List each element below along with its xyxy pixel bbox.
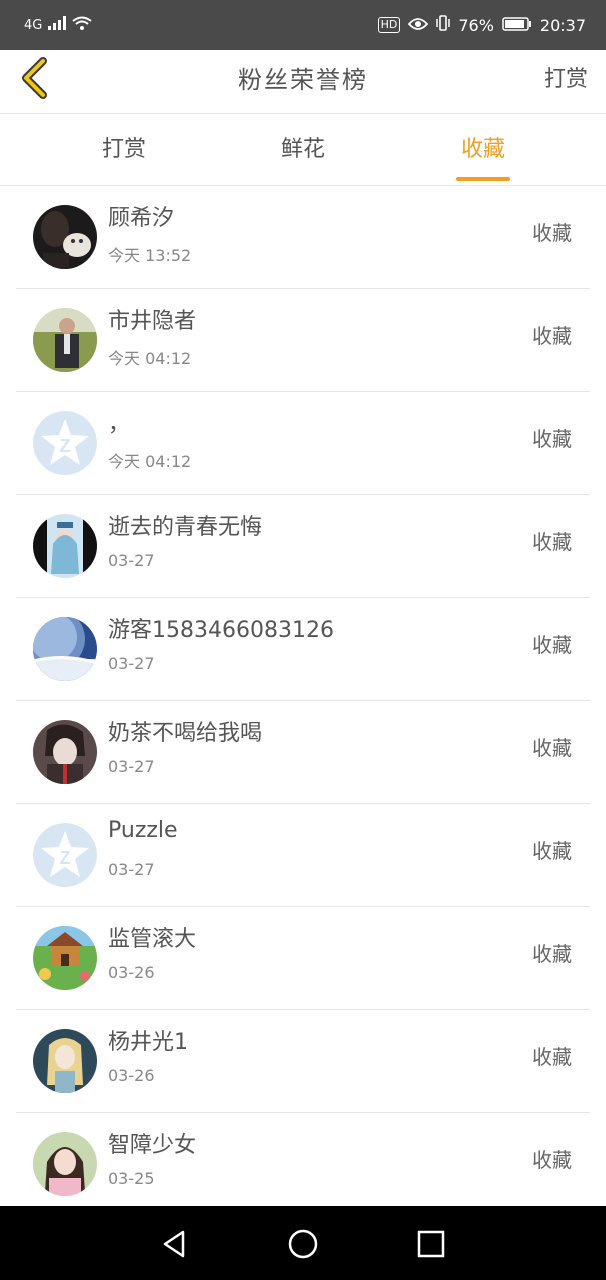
tab-flower-label: 鲜花 bbox=[280, 137, 325, 162]
fan-list: 顾希汐 今天 13:52 收藏 市井隐者 今天 04:12 收藏 Z ， 今天 … bbox=[0, 186, 606, 1216]
tab-tip-label: 打赏 bbox=[101, 137, 146, 162]
svg-text:Z: Z bbox=[60, 436, 71, 456]
favorite-label: 收藏 bbox=[532, 221, 572, 245]
status-left: 4G bbox=[24, 16, 92, 35]
fan-name: 游客1583466083126 bbox=[108, 618, 334, 643]
avatar[interactable]: Z bbox=[33, 823, 97, 887]
eye-icon bbox=[408, 16, 429, 35]
tab-favorite-label: 收藏 bbox=[460, 137, 505, 162]
fan-time: 03-27 bbox=[108, 551, 155, 570]
avatar[interactable] bbox=[33, 514, 97, 578]
wifi-icon bbox=[72, 16, 92, 35]
avatar[interactable]: Z bbox=[33, 411, 97, 475]
fan-time: 03-25 bbox=[108, 1169, 155, 1188]
list-item[interactable]: Z ， 今天 04:12 收藏 bbox=[16, 392, 590, 495]
tab-tip[interactable]: 打赏 bbox=[64, 114, 184, 186]
system-nav-bar bbox=[0, 1206, 606, 1280]
list-item[interactable]: 监管滚大 03-26 收藏 bbox=[16, 907, 590, 1010]
fan-name: 智障少女 bbox=[108, 1133, 197, 1158]
fan-time: 03-27 bbox=[108, 757, 155, 776]
avatar[interactable] bbox=[33, 926, 97, 990]
list-item[interactable]: 杨井光1 03-26 收藏 bbox=[16, 1010, 590, 1113]
list-item[interactable]: 游客1583466083126 03-27 收藏 bbox=[16, 598, 590, 701]
favorite-label: 收藏 bbox=[532, 1148, 572, 1172]
favorite-label: 收藏 bbox=[532, 530, 572, 554]
list-item[interactable]: 逝去的青春无悔 03-27 收藏 bbox=[16, 495, 590, 598]
list-item[interactable]: 智障少女 03-25 收藏 bbox=[16, 1113, 590, 1216]
fan-name: 逝去的青春无悔 bbox=[108, 515, 263, 540]
list-item[interactable]: Z Puzzle 03-27 收藏 bbox=[16, 804, 590, 907]
avatar[interactable] bbox=[33, 720, 97, 784]
svg-text:Z: Z bbox=[60, 848, 71, 868]
triangle-back-icon[interactable] bbox=[155, 1224, 195, 1264]
fan-name: 杨井光1 bbox=[108, 1030, 188, 1055]
fan-time: 03-27 bbox=[108, 860, 155, 879]
favorite-label: 收藏 bbox=[532, 942, 572, 966]
fan-name: Puzzle bbox=[108, 818, 178, 843]
tab-bar: 打赏 鲜花 收藏 bbox=[0, 114, 606, 186]
vibrate-icon bbox=[436, 15, 451, 35]
tab-favorite[interactable]: 收藏 bbox=[423, 114, 543, 186]
avatar[interactable] bbox=[33, 308, 97, 372]
favorite-label: 收藏 bbox=[532, 839, 572, 863]
avatar[interactable] bbox=[33, 205, 97, 269]
active-tab-indicator bbox=[456, 177, 510, 181]
signal-icon bbox=[48, 16, 67, 34]
status-right: HD 76% 20:37 bbox=[377, 15, 586, 35]
battery-percent: 76% bbox=[458, 15, 494, 35]
fan-name: ， bbox=[108, 412, 131, 437]
fan-name: 顾希汐 bbox=[108, 206, 175, 231]
tip-button[interactable]: 打赏 bbox=[544, 50, 588, 114]
fan-name: 监管滚大 bbox=[108, 927, 197, 952]
favorite-label: 收藏 bbox=[532, 427, 572, 451]
fan-name: 市井隐者 bbox=[108, 309, 197, 334]
fan-time: 03-27 bbox=[108, 654, 155, 673]
avatar[interactable] bbox=[33, 1132, 97, 1196]
page-title: 粉丝荣誉榜 bbox=[238, 66, 368, 94]
fan-time: 今天 04:12 bbox=[108, 349, 192, 368]
clock: 20:37 bbox=[539, 15, 586, 35]
square-recents-icon[interactable] bbox=[411, 1224, 451, 1264]
avatar[interactable] bbox=[33, 1029, 97, 1093]
circle-home-icon[interactable] bbox=[283, 1224, 323, 1264]
battery-icon bbox=[502, 16, 532, 35]
hd-badge: HD bbox=[377, 17, 401, 33]
avatar[interactable] bbox=[33, 617, 97, 681]
fan-time: 03-26 bbox=[108, 1066, 155, 1085]
list-item[interactable]: 市井隐者 今天 04:12 收藏 bbox=[16, 289, 590, 392]
network-label: 4G bbox=[24, 17, 43, 33]
tab-flower[interactable]: 鲜花 bbox=[243, 114, 363, 186]
header: 粉丝荣誉榜 打赏 bbox=[0, 50, 606, 114]
fan-time: 今天 13:52 bbox=[108, 246, 192, 265]
fan-name: 奶茶不喝给我喝 bbox=[108, 721, 263, 746]
favorite-label: 收藏 bbox=[532, 736, 572, 760]
favorite-label: 收藏 bbox=[532, 1045, 572, 1069]
list-item[interactable]: 顾希汐 今天 13:52 收藏 bbox=[16, 186, 590, 289]
fan-time: 03-26 bbox=[108, 963, 155, 982]
favorite-label: 收藏 bbox=[532, 633, 572, 657]
fan-time: 今天 04:12 bbox=[108, 452, 192, 471]
status-bar: 4G HD 76% 20:37 bbox=[0, 0, 606, 50]
list-item[interactable]: 奶茶不喝给我喝 03-27 收藏 bbox=[16, 701, 590, 804]
favorite-label: 收藏 bbox=[532, 324, 572, 348]
